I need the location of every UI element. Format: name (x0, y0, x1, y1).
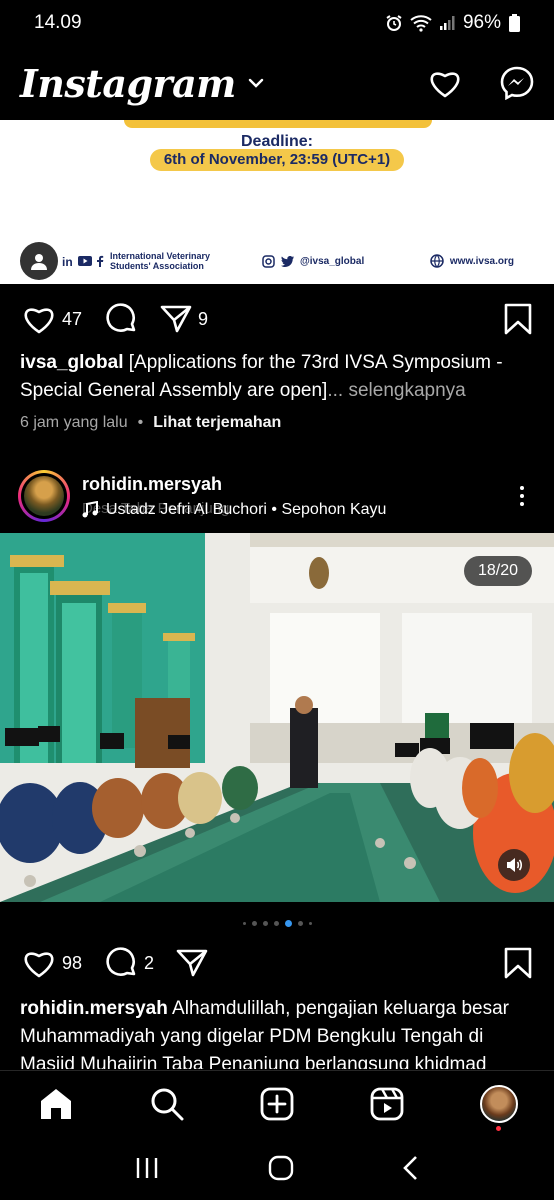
heart-icon (24, 308, 54, 334)
twitter-icon (281, 255, 294, 267)
status-time: 14.09 (34, 12, 82, 33)
speaker-icon (507, 858, 523, 872)
carousel-dot (308, 922, 312, 925)
audio-title: Ustadz Jefri Al Buchori • Sepohon Kayu (106, 500, 387, 518)
send-icon (176, 949, 208, 977)
profile-avatar[interactable] (480, 1084, 518, 1131)
system-nav (0, 1136, 554, 1200)
globe-icon (430, 254, 444, 268)
header-actions (428, 66, 534, 100)
handle-block: @ivsa_global (262, 254, 365, 268)
heart-icon (24, 952, 54, 978)
bottom-nav (0, 1070, 554, 1136)
app-header: Instagram (0, 46, 554, 120)
linkedin-icon: in (62, 255, 73, 267)
like-count: 98 (62, 952, 83, 973)
chevron-down-icon (248, 78, 264, 88)
story-avatar[interactable] (18, 470, 70, 522)
post1-actions: 47 9 (0, 294, 554, 344)
post2-audio[interactable]: Ustadz Jefri Al Buchori • Sepohon Kayu (82, 500, 387, 519)
share-count: 9 (198, 308, 209, 329)
like-button[interactable]: 98 (22, 948, 82, 978)
web-block: www.ivsa.org (430, 254, 514, 268)
post2-photo[interactable] (0, 533, 554, 902)
translate-link[interactable]: Lihat terjemahan (153, 414, 281, 432)
story-inner (21, 473, 67, 519)
social-handle: @ivsa_global (300, 255, 365, 267)
like-button[interactable]: 47 (22, 304, 82, 334)
time-ago: 6 jam yang lalu (20, 414, 128, 431)
user-icon (31, 254, 47, 270)
comment-icon (106, 947, 136, 976)
bookmark-icon[interactable] (504, 303, 532, 335)
carousel-counter: 18/20 (463, 556, 532, 586)
post2-caption: rohidin.mersyah Alhamdulillah, pengajian… (20, 995, 540, 1069)
post2-user-info: rohidin.mersyah Desa Taba Penanjung Usta… (82, 474, 386, 519)
status-bar: 14.09 96% (0, 0, 554, 46)
back-icon[interactable] (402, 1155, 420, 1181)
more-link[interactable]: ... selengkapnya (327, 380, 465, 401)
facebook-icon (97, 255, 104, 267)
comment-button[interactable]: 2 (104, 946, 154, 980)
wifi-icon (410, 15, 432, 32)
svg-text:in: in (62, 255, 73, 267)
home-icon[interactable] (38, 1087, 74, 1121)
share-button[interactable]: 9 (160, 304, 208, 334)
carousel-dot (242, 922, 246, 925)
youtube-icon (78, 256, 92, 266)
instagram-small-icon (262, 254, 275, 268)
carousel-dot-active (284, 920, 292, 927)
website: www.ivsa.org (449, 255, 514, 267)
banner-footer: in International Veterinary Students' As… (20, 242, 514, 280)
comment-count: 2 (144, 952, 155, 973)
carousel-dot (273, 921, 279, 926)
signal-icon (439, 16, 455, 30)
heart-icon[interactable] (428, 68, 462, 98)
org-name: International Veterinary Students' Assoc… (110, 251, 211, 271)
post2-header: rohidin.mersyah Desa Taba Penanjung Usta… (0, 466, 554, 526)
send-icon (160, 305, 192, 333)
caption-username[interactable]: ivsa_global (20, 352, 124, 373)
mosque-gathering-photo (0, 533, 554, 902)
post2-username[interactable]: rohidin.mersyah (82, 474, 386, 495)
status-icons (385, 14, 455, 32)
post1-image[interactable]: Deadline: 6th of November, 23:59 (UTC+1)… (0, 120, 554, 284)
avatar[interactable] (20, 242, 58, 280)
comment-button[interactable] (104, 302, 138, 336)
more-options-icon[interactable] (520, 486, 524, 506)
alarm-icon (386, 15, 402, 31)
bookmark-icon[interactable] (504, 947, 532, 979)
caption-username[interactable]: rohidin.mersyah (20, 998, 168, 1019)
home-button-icon[interactable] (268, 1155, 294, 1181)
battery-percent: 96% (462, 12, 501, 33)
instagram-logo: Instagram (20, 60, 236, 106)
create-post-icon[interactable] (260, 1087, 294, 1121)
carousel-dots (0, 920, 554, 927)
deadline-value: 6th of November, 23:59 (UTC+1) (150, 149, 404, 171)
feed-switcher[interactable]: Instagram (20, 61, 264, 106)
like-count: 47 (62, 308, 83, 329)
carousel-dot (251, 921, 257, 926)
post1-caption: ivsa_global [Applications for the 73rd I… (20, 349, 540, 405)
post2-actions: 98 2 (0, 938, 554, 988)
link-strip (124, 120, 432, 128)
separator: • (137, 414, 144, 431)
status-right: 96% (385, 12, 520, 34)
share-button[interactable] (176, 948, 208, 978)
music-note-icon (82, 500, 98, 517)
messenger-icon[interactable] (500, 66, 534, 100)
recent-apps-icon[interactable] (134, 1156, 160, 1180)
avatar (24, 476, 64, 516)
carousel-dot (262, 921, 268, 926)
comment-icon (106, 303, 136, 332)
post1-meta: 6 jam yang lalu • Lihat terjemahan (20, 414, 281, 432)
social-icons: in (62, 255, 104, 267)
search-icon[interactable] (150, 1087, 184, 1121)
battery-icon (509, 14, 520, 32)
reels-icon[interactable] (370, 1087, 404, 1121)
mute-button[interactable] (498, 849, 530, 881)
carousel-dot (297, 921, 303, 926)
